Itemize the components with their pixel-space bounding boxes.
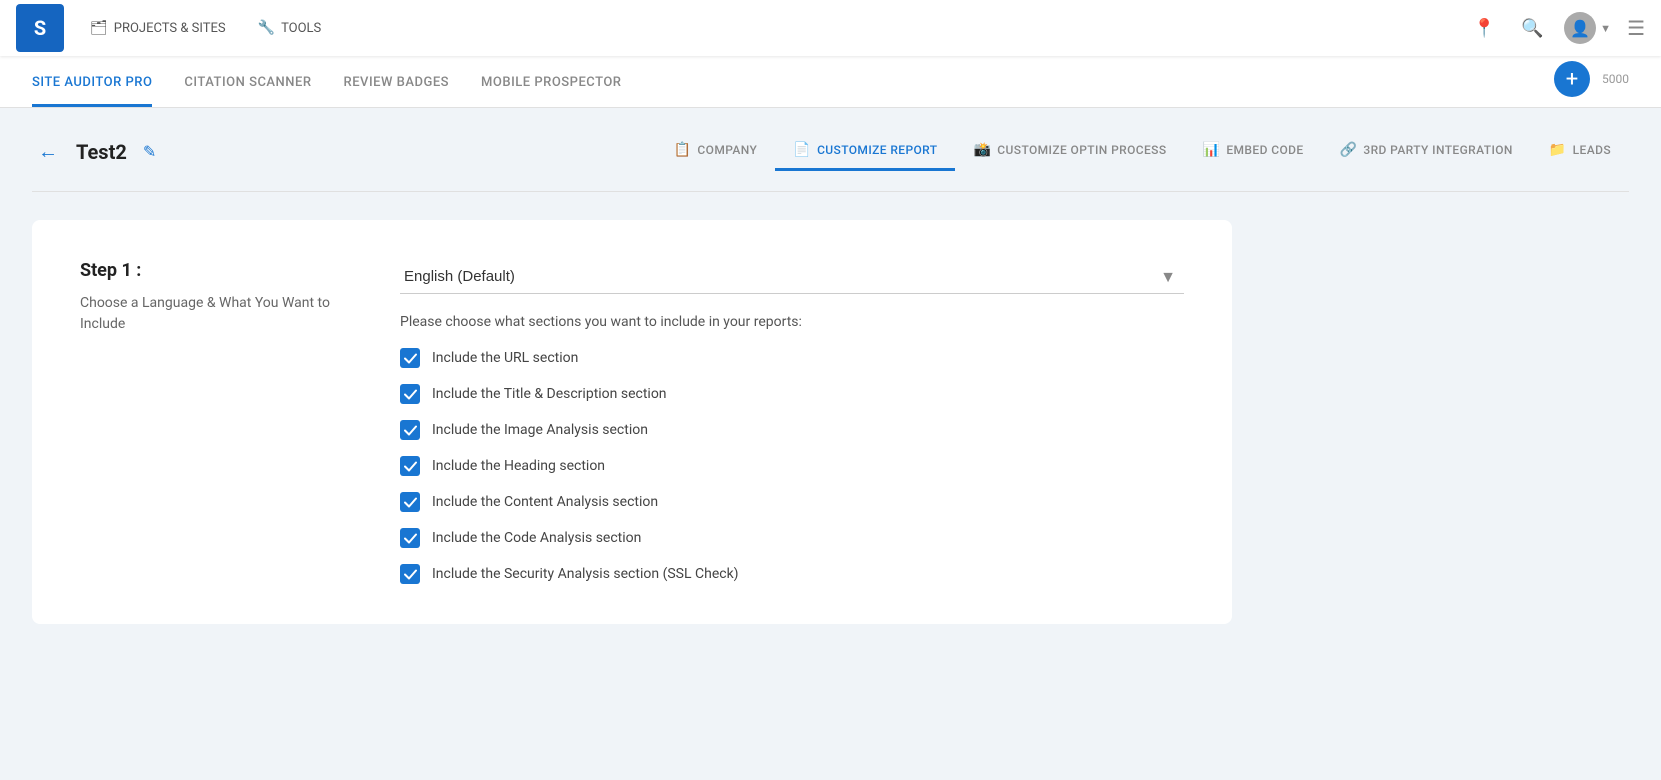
top-nav-items: 🗂 PROJECTS & SITES 🔧 TOOLS (76, 14, 1468, 42)
checkbox-item: Include the Code Analysis section (400, 528, 1184, 548)
step-left: Step 1 : Choose a Language & What You Wa… (80, 260, 340, 584)
checkbox-5[interactable] (400, 528, 420, 548)
nav-icon: 🗂 (90, 20, 108, 36)
tab-icon: 🔗 (1340, 142, 1358, 158)
edit-icon[interactable]: ✎ (143, 142, 156, 161)
checkbox-label: Include the Heading section (432, 458, 605, 474)
checkbox-item: Include the Content Analysis section (400, 492, 1184, 512)
tab-customize-optin-process[interactable]: 📸 CUSTOMIZE OPTIN PROCESS (955, 132, 1184, 171)
checkbox-2[interactable] (400, 420, 420, 440)
sub-nav: SITE AUDITOR PRO CITATION SCANNER REVIEW B… (0, 56, 1661, 108)
tab-icon: 📋 (674, 142, 692, 158)
nav-label: PROJECTS & SITES (114, 21, 226, 36)
search-icon[interactable]: 🔍 (1516, 12, 1548, 44)
step-label: Step 1 : (80, 260, 340, 281)
tab-embed-code[interactable]: 📊 EMBED CODE (1185, 132, 1322, 171)
top-nav-right: 📍 🔍 👤 ▼ ☰ (1468, 12, 1645, 44)
checkbox-item: Include the Image Analysis section (400, 420, 1184, 440)
checkbox-6[interactable] (400, 564, 420, 584)
tab-icon: 📁 (1549, 142, 1567, 158)
user-avatar-wrap[interactable]: 👤 ▼ (1564, 12, 1611, 44)
sub-nav-item-citation-scanner[interactable]: CITATION SCANNER (184, 75, 311, 107)
language-select-wrapper: English (Default)SpanishFrenchGermanItal… (400, 260, 1184, 294)
sub-nav-right: + 5000 (1554, 61, 1629, 107)
top-nav-item-tools[interactable]: 🔧 TOOLS (244, 14, 336, 42)
avatar: 👤 (1564, 12, 1596, 44)
checkbox-label: Include the Content Analysis section (432, 494, 658, 510)
checkbox-label: Include the Security Analysis section (S… (432, 566, 739, 582)
checkbox-3[interactable] (400, 456, 420, 476)
chevron-down-icon: ▼ (1600, 22, 1611, 35)
tab-label: CUSTOMIZE OPTIN PROCESS (997, 143, 1166, 157)
step-right: English (Default)SpanishFrenchGermanItal… (400, 260, 1184, 584)
tab-label: EMBED CODE (1226, 143, 1303, 157)
checkbox-item: Include the URL section (400, 348, 1184, 368)
sub-nav-item-review-badges[interactable]: REVIEW BADGES (344, 75, 450, 107)
page-title: Test2 (76, 140, 127, 164)
tab-label: 3RD PARTY INTEGRATION (1363, 143, 1512, 157)
page: ← Test2 ✎ 📋 COMPANY 📄 CUSTOMIZE REPORT 📸 CUST… (0, 108, 1661, 648)
tab-leads[interactable]: 📁 LEADS (1531, 132, 1629, 171)
tab-label: LEADS (1573, 143, 1611, 157)
brand-logo[interactable]: S (16, 4, 64, 52)
tab-customize-report[interactable]: 📄 CUSTOMIZE REPORT (775, 132, 955, 171)
checkbox-item: Include the Security Analysis section (S… (400, 564, 1184, 584)
location-icon[interactable]: 📍 (1468, 12, 1500, 44)
nav-icon: 🔧 (258, 20, 275, 36)
tab-3rd-party-integration[interactable]: 🔗 3RD PARTY INTEGRATION (1322, 132, 1531, 171)
top-nav-item-projects-&-sites[interactable]: 🗂 PROJECTS & SITES (76, 14, 240, 42)
checkbox-0[interactable] (400, 348, 420, 368)
checkbox-list: Include the URL section Include the Title… (400, 348, 1184, 584)
back-button[interactable]: ← (32, 136, 64, 168)
sub-nav-items: SITE AUDITOR PRO CITATION SCANNER REVIEW B… (32, 56, 622, 107)
language-select[interactable]: English (Default)SpanishFrenchGermanItal… (400, 260, 1184, 293)
nav-label: TOOLS (281, 21, 321, 36)
step-description: Choose a Language & What You Want to Inc… (80, 293, 340, 335)
header-divider (32, 191, 1629, 192)
tab-company[interactable]: 📋 COMPANY (656, 132, 776, 171)
tab-icon: 📸 (973, 142, 991, 158)
sections-label: Please choose what sections you want to … (400, 314, 1184, 330)
step-layout: Step 1 : Choose a Language & What You Wa… (80, 260, 1184, 584)
checkbox-label: Include the Code Analysis section (432, 530, 641, 546)
tab-icon: 📊 (1203, 142, 1221, 158)
tab-icon: 📄 (793, 142, 811, 158)
tab-bar: 📋 COMPANY 📄 CUSTOMIZE REPORT 📸 CUSTOMIZE OPTI… (656, 132, 1629, 171)
hamburger-icon[interactable]: ☰ (1627, 16, 1645, 40)
sub-nav-item-site-auditor-pro[interactable]: SITE AUDITOR PRO (32, 75, 152, 107)
page-header: ← Test2 ✎ 📋 COMPANY 📄 CUSTOMIZE REPORT 📸 CUST… (32, 132, 1629, 171)
checkbox-1[interactable] (400, 384, 420, 404)
checkbox-item: Include the Title & Description section (400, 384, 1184, 404)
checkbox-4[interactable] (400, 492, 420, 512)
checkbox-item: Include the Heading section (400, 456, 1184, 476)
checkbox-label: Include the Title & Description section (432, 386, 667, 402)
checkbox-label: Include the URL section (432, 350, 578, 366)
checkbox-label: Include the Image Analysis section (432, 422, 648, 438)
top-nav: S 🗂 PROJECTS & SITES 🔧 TOOLS 📍 🔍 👤 ▼ ☰ (0, 0, 1661, 56)
tab-label: CUSTOMIZE REPORT (817, 143, 937, 157)
tab-label: COMPANY (697, 143, 757, 157)
content-card: Step 1 : Choose a Language & What You Wa… (32, 220, 1232, 624)
credits-badge: 5000 (1602, 72, 1629, 86)
sub-nav-item-mobile-prospector[interactable]: MOBILE PROSPECTOR (481, 75, 621, 107)
add-button[interactable]: + (1554, 61, 1590, 97)
